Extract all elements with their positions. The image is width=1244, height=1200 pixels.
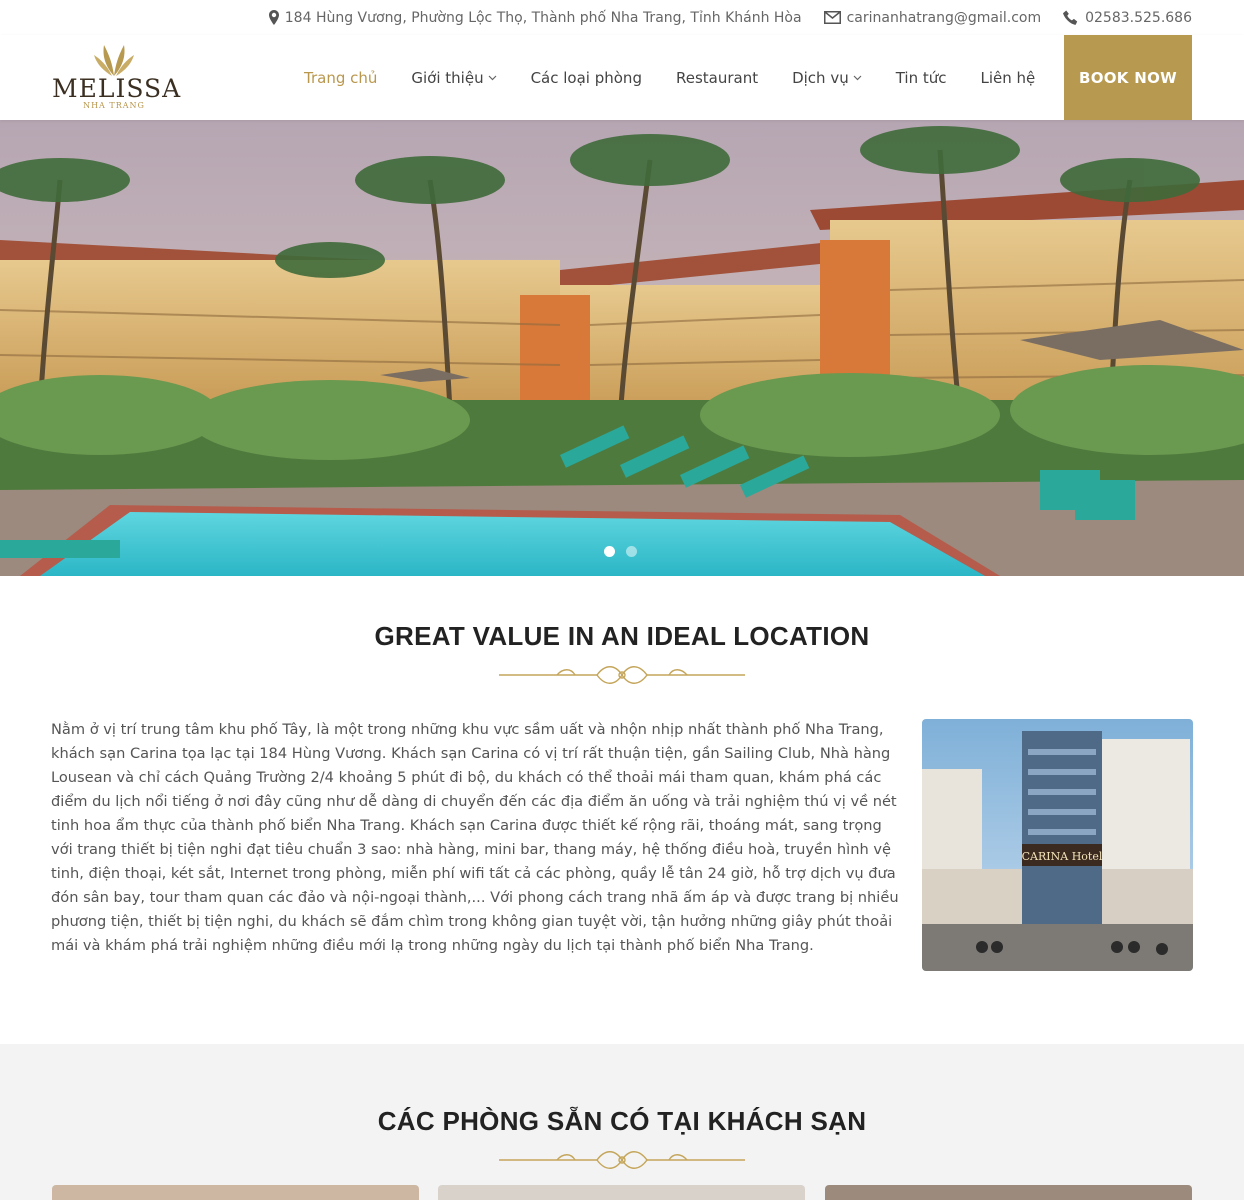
brand-logo[interactable]: MELISSA NHA TRANG <box>52 43 182 113</box>
envelope-icon <box>823 11 841 24</box>
slider-dot-2[interactable] <box>626 546 637 557</box>
room-card-3[interactable] <box>825 1185 1192 1200</box>
phone-icon <box>1063 10 1079 26</box>
nav-item-restaurant[interactable]: Restaurant <box>676 69 758 87</box>
intro-title: GREAT VALUE IN AN IDEAL LOCATION <box>374 621 870 651</box>
divider-ornament-icon <box>499 666 745 684</box>
nav-item-label: Tin tức <box>895 68 947 87</box>
chevron-down-icon <box>488 75 497 81</box>
slider-dot-1[interactable] <box>604 546 615 557</box>
main-nav: Trang chủ Giới thiệu Các loại phòng Rest… <box>304 35 1069 120</box>
email-item[interactable]: carinanhatrang@gmail.com <box>823 10 1042 26</box>
hero-slider[interactable] <box>0 120 1244 576</box>
divider-ornament-icon <box>499 1151 745 1169</box>
address-item: 184 Hùng Vương, Phường Lộc Thọ, Thành ph… <box>268 9 802 26</box>
brand-name: MELISSA <box>52 74 182 103</box>
map-pin-icon <box>268 10 279 25</box>
book-now-button[interactable]: BOOK NOW <box>1064 35 1192 120</box>
hero-resort-pool-image <box>0 120 1244 576</box>
hotel-facade-illustration: CARINA Hotel <box>922 719 1193 971</box>
nav-item-dich-vu[interactable]: Dịch vụ <box>792 69 862 87</box>
nav-item-label: Dịch vụ <box>792 68 849 87</box>
nav-item-label: Liên hệ <box>980 68 1036 87</box>
nav-item-trang-chu[interactable]: Trang chủ <box>304 69 377 87</box>
hotel-sign: CARINA Hotel <box>1022 850 1103 863</box>
nav-item-label: Các loại phòng <box>530 68 642 87</box>
nav-item-lien-he[interactable]: Liên hệ <box>981 69 1036 87</box>
leaf-emblem-icon <box>94 45 134 76</box>
address-text: 184 Hùng Vương, Phường Lộc Thọ, Thành ph… <box>284 9 802 26</box>
phone-item[interactable]: 02583.525.686 <box>1063 10 1192 26</box>
phone-link[interactable]: 02583.525.686 <box>1085 10 1192 26</box>
rooms-title: CÁC PHÒNG SẴN CÓ TẠI KHÁCH SẠN <box>377 1106 867 1136</box>
intro-paragraph: Nằm ở vị trí trung tâm khu phố Tây, là m… <box>51 721 899 954</box>
nav-item-label: Trang chủ <box>304 68 378 87</box>
room-card-2[interactable] <box>438 1185 805 1200</box>
nav-item-label: Restaurant <box>675 68 759 87</box>
chevron-down-icon <box>853 75 862 81</box>
top-info-bar: 184 Hùng Vương, Phường Lộc Thọ, Thành ph… <box>0 0 1244 35</box>
slider-dots <box>604 546 648 557</box>
hotel-facade-image: CARINA Hotel <box>922 719 1193 971</box>
email-link[interactable]: carinanhatrang@gmail.com <box>847 10 1042 26</box>
room-card-1[interactable] <box>52 1185 419 1200</box>
nav-item-label: Giới thiệu <box>411 68 484 87</box>
nav-item-cac-loai-phong[interactable]: Các loại phòng <box>531 69 642 87</box>
nav-item-tin-tuc[interactable]: Tin tức <box>896 69 947 87</box>
nav-item-gioi-thieu[interactable]: Giới thiệu <box>411 68 497 87</box>
main-header: MELISSA NHA TRANG Trang chủ Giới thiệu C… <box>0 35 1244 120</box>
